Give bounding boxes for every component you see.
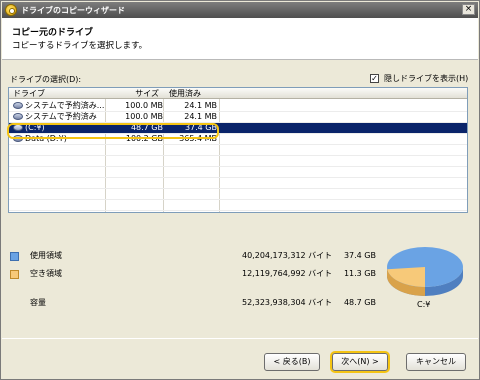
pie-drive-caption: C:¥ bbox=[417, 300, 431, 309]
list-header: ドライブ サイズ 使用済み bbox=[9, 88, 467, 99]
show-hidden-label: 隠しドライブを表示(H) bbox=[384, 74, 469, 83]
column-header-size[interactable]: サイズ bbox=[109, 88, 163, 99]
legend-free-row: 空き領域 12,119,764,992 バイト 11.3 GB bbox=[10, 268, 380, 280]
list-grid-line bbox=[9, 166, 467, 167]
list-grid-line bbox=[9, 188, 467, 189]
show-hidden-checkbox[interactable]: ✓ 隠しドライブを表示(H) bbox=[370, 73, 468, 84]
drive-name: Data (D:¥) bbox=[25, 134, 67, 143]
legend-used-row: 使用領域 40,204,173,312 バイト 37.4 GB bbox=[10, 250, 380, 262]
next-button[interactable]: 次へ(N) > bbox=[332, 353, 388, 371]
cancel-button[interactable]: キャンセル bbox=[406, 353, 466, 371]
drive-size: 100.2 GB bbox=[125, 134, 163, 143]
back-button[interactable]: < 戻る(B) bbox=[264, 353, 320, 371]
drive-name: (C:¥) bbox=[25, 123, 45, 132]
list-grid-line bbox=[9, 122, 467, 123]
header-title: コピー元のドライブ bbox=[12, 28, 94, 38]
drive-select-label: ドライブの選択(D): bbox=[10, 75, 82, 84]
drive-icon bbox=[13, 113, 23, 120]
capacity-label: 容量 bbox=[30, 298, 46, 307]
column-header-drive[interactable]: ドライブ bbox=[13, 88, 45, 99]
drive-used: 37.4 GB bbox=[184, 123, 217, 132]
drive-icon bbox=[13, 135, 23, 142]
header-subtitle: コピーするドライブを選択します。 bbox=[12, 41, 148, 51]
drive-icon bbox=[13, 102, 23, 109]
drive-row[interactable]: システムで予約済み... 100.0 MB 24.1 MB bbox=[9, 100, 467, 111]
footer-divider bbox=[2, 338, 478, 339]
checkbox-check-icon[interactable]: ✓ bbox=[370, 74, 379, 83]
drive-list[interactable]: ドライブ サイズ 使用済み システムで予約済み... 100.0 MB 24.1 M… bbox=[8, 87, 468, 213]
drive-used: 24.1 MB bbox=[184, 112, 217, 121]
column-header-used[interactable]: 使用済み bbox=[169, 88, 201, 99]
free-label: 空き領域 bbox=[30, 269, 62, 278]
drive-icon bbox=[13, 124, 23, 131]
window-title: ドライブのコピーウィザード bbox=[21, 5, 125, 15]
free-gb: 11.3 GB bbox=[343, 269, 376, 278]
wizard-header: コピー元のドライブ コピーするドライブを選択します。 bbox=[2, 18, 478, 60]
title-bar: ドライブのコピーウィザード × bbox=[2, 2, 478, 18]
used-label: 使用領域 bbox=[30, 251, 62, 260]
free-swatch bbox=[10, 270, 19, 279]
used-swatch bbox=[10, 252, 19, 261]
capacity-row: 容量 52,323,938,304 バイト 48.7 GB bbox=[10, 297, 380, 309]
drive-row[interactable]: Data (D:¥) 100.2 GB 365.4 MB bbox=[9, 133, 467, 144]
used-gb: 37.4 GB bbox=[343, 251, 376, 260]
list-grid-line bbox=[9, 199, 467, 200]
capacity-gb: 48.7 GB bbox=[343, 298, 376, 307]
list-grid-line bbox=[9, 144, 467, 145]
wizard-window: ドライブのコピーウィザード × コピー元のドライブ コピーするドライブを選択しま… bbox=[0, 0, 480, 380]
drive-size: 100.0 MB bbox=[125, 112, 163, 121]
drive-row[interactable]: システムで予約済み 100.0 MB 24.1 MB bbox=[9, 111, 467, 122]
drive-used: 365.4 MB bbox=[179, 134, 217, 143]
close-button[interactable]: × bbox=[462, 4, 475, 15]
drive-name: システムで予約済み bbox=[25, 112, 97, 121]
list-grid-line bbox=[9, 177, 467, 178]
app-disk-icon bbox=[5, 4, 17, 16]
drive-size: 48.7 GB bbox=[130, 123, 163, 132]
list-grid-line bbox=[9, 111, 467, 112]
list-grid-line bbox=[9, 133, 467, 134]
list-grid-line bbox=[9, 155, 467, 156]
drive-name: システムで予約済み... bbox=[25, 101, 105, 110]
drive-size: 100.0 MB bbox=[125, 101, 163, 110]
drive-row[interactable]: (C:¥) 48.7 GB 37.4 GB bbox=[9, 122, 467, 133]
usage-pie-chart bbox=[385, 243, 465, 301]
list-grid-line bbox=[9, 210, 467, 211]
drive-used: 24.1 MB bbox=[184, 101, 217, 110]
